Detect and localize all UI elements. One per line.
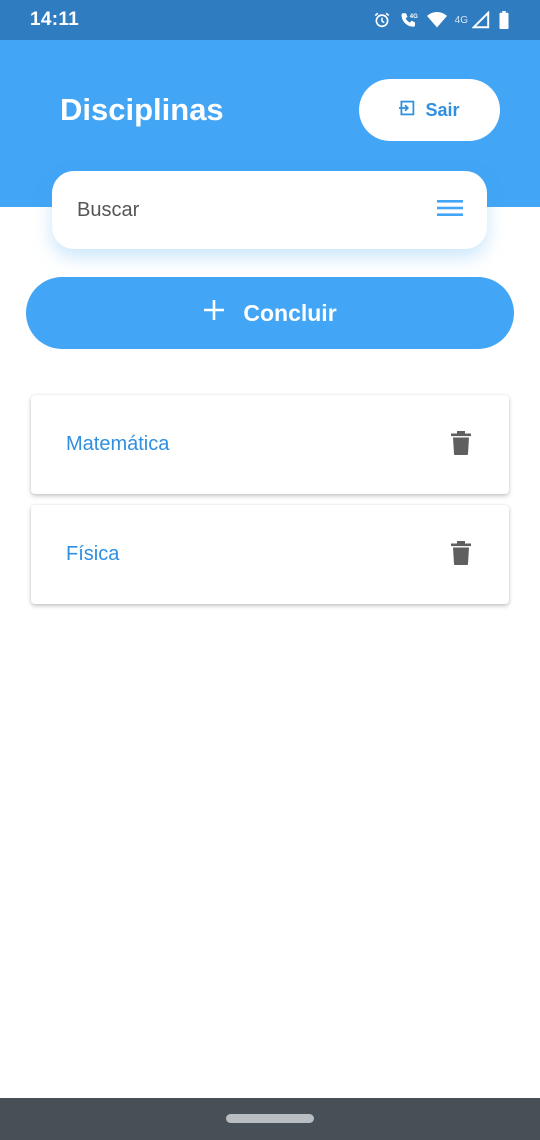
status-time: 14:11 bbox=[30, 9, 80, 30]
status-icons: 4G 4G bbox=[373, 11, 510, 29]
logout-icon bbox=[399, 100, 415, 121]
status-bar: 14:11 4G 4G bbox=[0, 0, 540, 40]
search-input[interactable] bbox=[77, 198, 397, 222]
trash-icon bbox=[451, 541, 471, 568]
search-box bbox=[52, 171, 487, 249]
trash-icon bbox=[451, 431, 471, 458]
delete-button[interactable] bbox=[451, 431, 471, 458]
svg-text:4G: 4G bbox=[409, 14, 417, 20]
subject-list-item[interactable]: Matemática bbox=[31, 395, 509, 494]
logout-label: Sair bbox=[425, 99, 460, 120]
plus-icon bbox=[203, 299, 225, 327]
signal-icon bbox=[472, 11, 490, 29]
conclude-button[interactable]: Concluir bbox=[26, 277, 514, 349]
network-type-label: 4G bbox=[454, 14, 468, 26]
page-title: Disciplinas bbox=[60, 92, 224, 127]
subject-list-item[interactable]: Física bbox=[31, 505, 509, 604]
subject-name: Matemática bbox=[66, 433, 170, 455]
system-nav-bar bbox=[0, 1098, 540, 1140]
wifi-icon bbox=[426, 12, 447, 28]
alarm-icon bbox=[373, 11, 391, 29]
logout-button[interactable]: Sair bbox=[359, 79, 500, 141]
battery-icon bbox=[498, 11, 510, 29]
conclude-label: Concluir bbox=[243, 299, 337, 326]
subject-name: Física bbox=[66, 543, 120, 565]
delete-button[interactable] bbox=[451, 541, 471, 568]
wifi-calling-icon: 4G bbox=[399, 11, 419, 29]
home-gesture-handle[interactable] bbox=[226, 1114, 314, 1123]
menu-icon[interactable] bbox=[437, 198, 463, 223]
